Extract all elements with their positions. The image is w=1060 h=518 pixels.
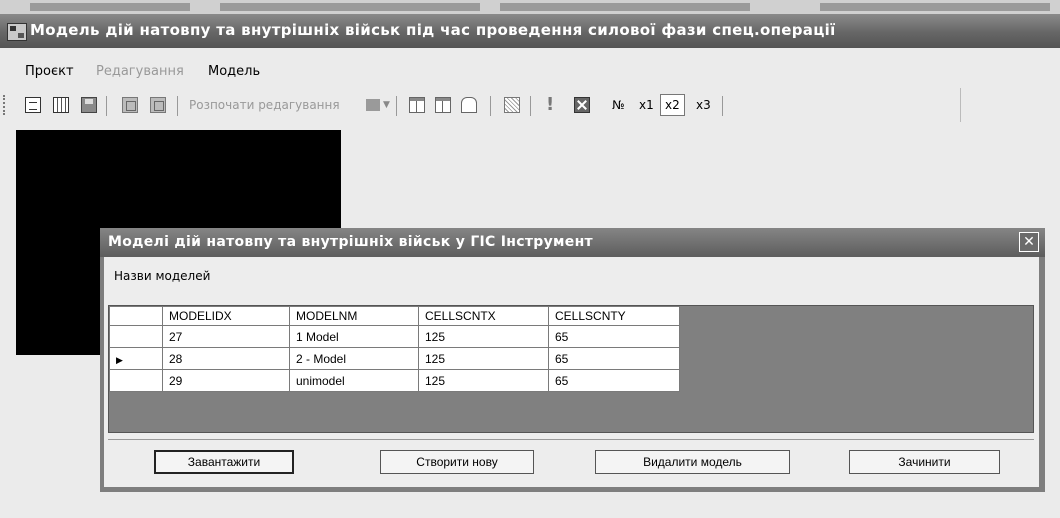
toolbar-separator xyxy=(530,96,531,116)
table-cell[interactable]: 65 xyxy=(548,325,680,348)
table-cell[interactable]: 29 xyxy=(162,369,290,392)
table-cell[interactable]: 27 xyxy=(162,325,290,348)
app-icon xyxy=(7,23,27,41)
table-cell[interactable]: 65 xyxy=(548,369,680,392)
row-selector[interactable]: ▶ xyxy=(109,347,163,370)
table-row[interactable]: 27 1 Model 125 65 xyxy=(109,325,680,348)
layout-icon[interactable] xyxy=(409,97,425,113)
zoom-x3-button[interactable]: x3 xyxy=(696,98,711,112)
dialog-button-bar: Завантажити Створити нову Видалити модел… xyxy=(108,439,1034,483)
models-list-label: Назви моделей xyxy=(114,269,211,283)
load-button[interactable]: Завантажити xyxy=(154,450,294,474)
table-cell[interactable]: 28 xyxy=(162,347,290,370)
layout-alt-icon[interactable] xyxy=(435,97,451,113)
table-cell[interactable]: unimodel xyxy=(289,369,419,392)
toolbar-separator xyxy=(106,96,107,116)
zoom-x1-button[interactable]: x1 xyxy=(639,98,654,112)
close-button[interactable]: Зачинити xyxy=(849,450,1000,474)
save-icon[interactable] xyxy=(81,97,97,113)
toolbar-separator xyxy=(177,96,178,116)
arch-icon[interactable] xyxy=(461,97,477,113)
toolbar-separator xyxy=(396,96,397,116)
zoom-x2-button[interactable]: x2 xyxy=(660,94,685,116)
exclamation-icon[interactable]: ! xyxy=(546,94,554,115)
column-header[interactable]: CELLSCNTX xyxy=(418,306,549,326)
menu-project[interactable]: Проєкт xyxy=(25,64,74,79)
table-view-icon[interactable] xyxy=(53,97,69,113)
toolbar-separator xyxy=(722,96,723,116)
row-selector[interactable] xyxy=(109,325,163,348)
delete-model-button[interactable]: Видалити модель xyxy=(595,450,790,474)
menu-model[interactable]: Модель xyxy=(208,64,260,79)
table-cell[interactable]: 2 - Model xyxy=(289,347,419,370)
number-button[interactable]: № xyxy=(612,98,624,112)
start-edit-button[interactable]: Розпочати редагування xyxy=(189,98,340,112)
host-toolbar-ghost xyxy=(500,3,750,11)
dialog-title: Моделі дій натовпу та внутрішніх військ … xyxy=(108,234,593,250)
host-toolbar-ghost xyxy=(30,3,190,11)
menu-edit[interactable]: Редагування xyxy=(96,64,184,79)
dialog-body: Назви моделей MODELIDX MODELNM CELLSCNTX… xyxy=(104,257,1039,487)
table-header-row: MODELIDX MODELNM CELLSCNTX CELLSCNTY xyxy=(109,306,680,326)
host-toolbar-ghost xyxy=(820,3,1050,11)
toolbar-grip[interactable] xyxy=(3,95,7,115)
color-swatch-icon[interactable] xyxy=(366,99,380,111)
table-cell[interactable]: 65 xyxy=(548,347,680,370)
models-dialog: Моделі дій натовпу та внутрішніх військ … xyxy=(100,228,1045,492)
current-row-icon: ▶ xyxy=(116,354,123,365)
fire-icon[interactable] xyxy=(504,97,520,113)
dialog-titlebar[interactable]: Моделі дій натовпу та внутрішніх військ … xyxy=(100,228,1045,257)
table-row[interactable]: ▶ 28 2 - Model 125 65 xyxy=(109,347,680,370)
row-selector-header[interactable] xyxy=(109,306,163,326)
menu-bar: Проєкт Редагування Модель xyxy=(0,60,1060,84)
column-header[interactable]: MODELNM xyxy=(289,306,419,326)
column-header[interactable]: MODELIDX xyxy=(162,306,290,326)
table-cell[interactable]: 1 Model xyxy=(289,325,419,348)
page-icon[interactable] xyxy=(122,97,138,113)
column-header[interactable]: CELLSCNTY xyxy=(548,306,680,326)
table-cell[interactable]: 125 xyxy=(418,369,549,392)
main-window-titlebar[interactable]: Модель дій натовпу та внутрішніх військ … xyxy=(0,14,1060,48)
main-window-title: Модель дій натовпу та внутрішніх військ … xyxy=(30,21,836,39)
table-cell[interactable]: 125 xyxy=(418,347,549,370)
page-alt-icon[interactable] xyxy=(150,97,166,113)
host-toolbar-strip xyxy=(0,0,1060,14)
table-cell[interactable]: 125 xyxy=(418,325,549,348)
models-table: MODELIDX MODELNM CELLSCNTX CELLSCNTY 27 … xyxy=(109,306,680,392)
chevron-down-icon[interactable]: ▼ xyxy=(383,100,390,110)
close-icon[interactable]: ✕ xyxy=(1019,232,1039,252)
row-selector[interactable] xyxy=(109,369,163,392)
host-toolbar-ghost xyxy=(220,3,480,11)
open-document-icon[interactable] xyxy=(25,97,41,113)
create-new-button[interactable]: Створити нову xyxy=(380,450,534,474)
toolbar-separator xyxy=(490,96,491,116)
cancel-icon[interactable] xyxy=(574,97,590,113)
table-row[interactable]: 29 unimodel 125 65 xyxy=(109,369,680,392)
models-grid[interactable]: MODELIDX MODELNM CELLSCNTX CELLSCNTY 27 … xyxy=(108,305,1034,433)
main-toolbar: Розпочати редагування ▼ ! № x1 x2 x3 xyxy=(0,88,961,122)
